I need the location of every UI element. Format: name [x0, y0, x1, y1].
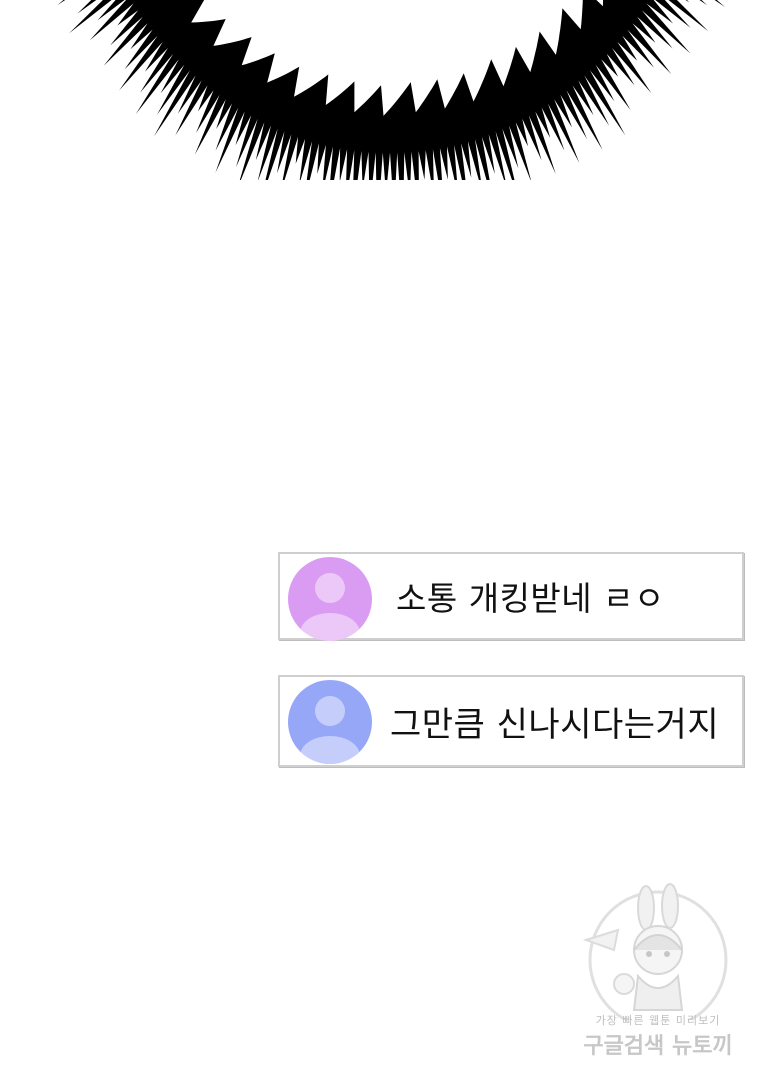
user-icon: [288, 557, 372, 641]
comment-card: 소통 개킹받네 ㄹㅇ: [278, 552, 744, 641]
user-icon: [288, 680, 372, 764]
comment-text: 그만큼 신나시다는거지: [390, 704, 720, 745]
watermark-brand: 구글검색 뉴토끼: [583, 1034, 733, 1059]
avatar: [288, 680, 372, 764]
avatar: [288, 557, 372, 641]
bunny-mascot-logo: [582, 883, 728, 1030]
watermark: 가장 빠른 웹툰 미리보기 구글검색 뉴토끼: [578, 880, 738, 1060]
comment-card: 그만큼 신나시다는거지: [278, 675, 744, 767]
comment-text: 소통 개킹받네 ㄹㅇ: [396, 579, 665, 618]
speed-burst-effect: [0, 0, 760, 180]
watermark-tagline: 가장 빠른 웹툰 미리보기: [595, 1014, 721, 1027]
